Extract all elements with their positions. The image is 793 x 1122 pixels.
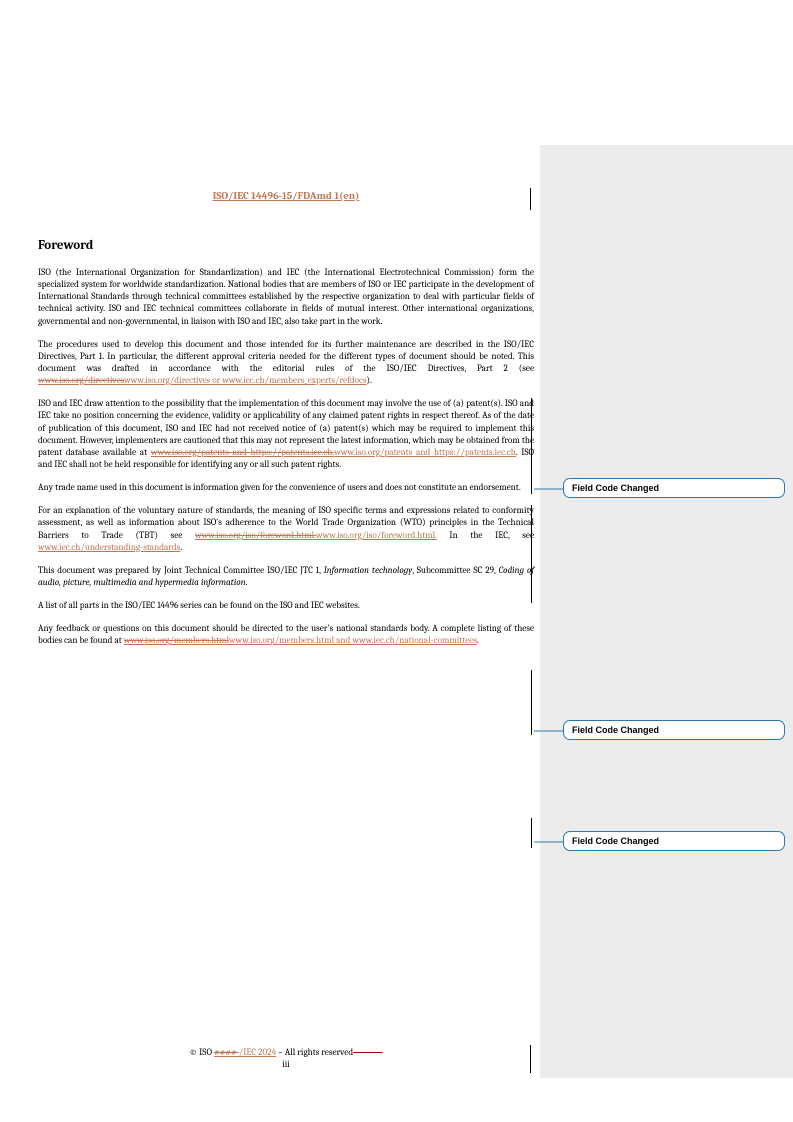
deleted-trailing: ——— [353, 1048, 383, 1058]
inserted-org-year: /IEC 2024 [239, 1048, 276, 1058]
change-bar [530, 1045, 531, 1073]
deleted-year: #### [214, 1048, 239, 1058]
text: – All rights reserved [276, 1048, 353, 1058]
copyright-line: © ISO #### /IEC 2024 – All rights reserv… [38, 1048, 534, 1060]
page-number: iii [38, 1060, 534, 1072]
leader-lines [0, 0, 793, 1122]
page-footer: © ISO #### /IEC 2024 – All rights reserv… [38, 1048, 534, 1072]
text: © ISO [189, 1048, 214, 1058]
